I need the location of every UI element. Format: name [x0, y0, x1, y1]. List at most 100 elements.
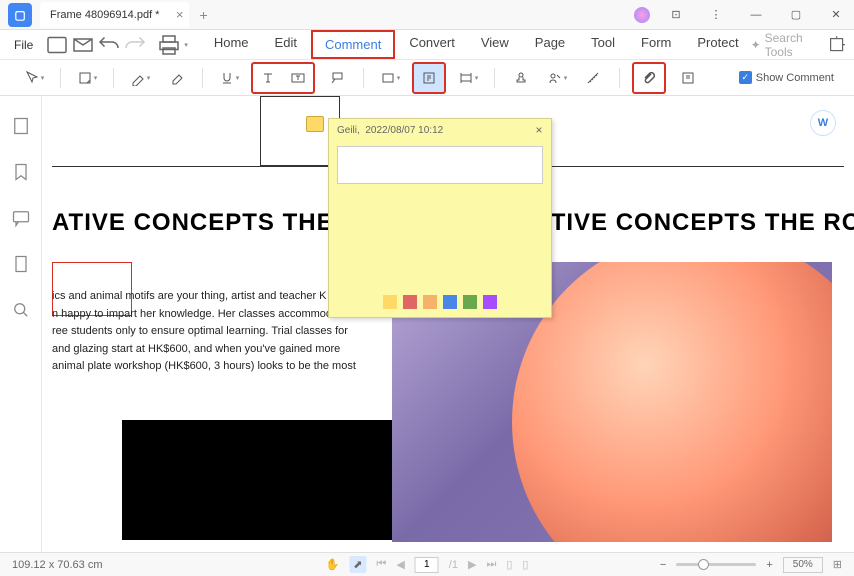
show-comment-label: Show Comment [756, 72, 834, 84]
tab-home[interactable]: Home [202, 30, 261, 59]
menubar: File ▾ Home Edit Comment Convert View Pa… [0, 30, 854, 60]
color-blue[interactable] [443, 295, 457, 309]
page-dimensions: 109.12 x 70.63 cm [12, 559, 103, 571]
eraser-tool[interactable] [162, 65, 190, 91]
ai-assistant-icon[interactable] [634, 7, 650, 23]
callout-tool[interactable] [323, 65, 351, 91]
comment-list-tool[interactable] [674, 65, 702, 91]
document-tab[interactable]: Frame 48096914.pdf * × [40, 2, 189, 28]
undo-icon[interactable] [97, 33, 121, 57]
sticky-note-popup: × Geili, 2022/08/07 10:12 [328, 118, 552, 318]
new-tab-button[interactable]: + [199, 7, 207, 23]
attachment-tool-group [632, 62, 666, 94]
show-comment-toggle[interactable]: ✓ Show Comment [739, 71, 834, 84]
page-number-input[interactable] [415, 557, 439, 573]
search-tools[interactable]: ✦ Search Tools [751, 31, 818, 59]
select-tool[interactable]: ▾ [20, 65, 48, 91]
document-canvas[interactable]: ▸ ATIVE CONCEPTS THE ROUTE TO CREATIVE C… [42, 96, 854, 552]
measure-tool[interactable] [579, 65, 607, 91]
page-total: /1 [449, 559, 458, 571]
color-red[interactable] [403, 295, 417, 309]
redo-icon[interactable] [123, 33, 147, 57]
note-author: Geili, [337, 125, 360, 136]
maximize-button[interactable]: ▢ [782, 1, 810, 29]
comment-toolbar: ▾ ▾ ▾ ▾ ▾ ▾ ▾ ✓ Show Comment [0, 60, 854, 96]
note-color-palette [329, 295, 551, 309]
app-icon: ▢ [8, 3, 32, 27]
last-page-button[interactable]: ⏭ [486, 558, 496, 571]
highlight-tool[interactable]: ▾ [126, 65, 154, 91]
prev-page-button[interactable]: ◀ [396, 558, 404, 571]
textbox-tool[interactable] [284, 65, 312, 91]
zoom-slider[interactable] [676, 563, 756, 566]
bookmarks-icon[interactable] [11, 162, 31, 182]
file-menu[interactable]: File [4, 34, 43, 56]
fit-page-icon[interactable]: ⊞ [833, 558, 842, 571]
zoom-slider-thumb[interactable] [698, 559, 709, 570]
signature-tool[interactable]: ▾ [543, 65, 571, 91]
next-page-button[interactable]: ▶ [468, 558, 476, 571]
sticky-note-tool-active [412, 62, 446, 94]
continuous-page-icon[interactable]: ▯ [522, 558, 528, 571]
doc-black-rect [122, 420, 392, 540]
attachment-tool[interactable] [635, 65, 663, 91]
mail-icon[interactable] [71, 33, 95, 57]
note-timestamp: 2022/08/07 10:12 [365, 125, 443, 136]
tab-view[interactable]: View [469, 30, 521, 59]
search-placeholder: Search Tools [765, 31, 817, 59]
statusbar: 109.12 x 70.63 cm ✋ ⬈ ⏮ ◀ /1 ▶ ⏭ ▯ ▯ − +… [0, 552, 854, 576]
sticky-note-marker[interactable] [306, 116, 324, 132]
word-export-badge[interactable]: W [810, 110, 836, 136]
tab-protect[interactable]: Protect [685, 30, 750, 59]
tab-convert[interactable]: Convert [397, 30, 467, 59]
left-sidebar [0, 96, 42, 552]
select-tool-icon[interactable]: ⬈ [349, 556, 366, 573]
zoom-level[interactable]: 50% [783, 557, 823, 573]
page-view: ATIVE CONCEPTS THE ROUTE TO CREATIVE CON… [42, 96, 854, 552]
tab-title: Frame 48096914.pdf * [50, 9, 159, 21]
close-window-button[interactable]: ✕ [822, 1, 850, 29]
tab-close-icon[interactable]: × [176, 7, 184, 22]
typewriter-tool[interactable] [254, 65, 282, 91]
kebab-menu-icon[interactable]: ⋮ [702, 1, 730, 29]
share-icon[interactable] [827, 33, 846, 57]
sphere-graphic [512, 262, 832, 542]
first-page-button[interactable]: ⏮ [376, 558, 386, 571]
notification-icon[interactable]: ⊡ [662, 1, 690, 29]
tab-tool[interactable]: Tool [579, 30, 627, 59]
text-tools-group [251, 62, 315, 94]
tab-comment[interactable]: Comment [311, 30, 395, 59]
doc-body-text: ics and animal motifs are your thing, ar… [52, 288, 368, 376]
note-text-input[interactable] [337, 146, 543, 184]
search-panel-icon[interactable] [11, 300, 31, 320]
print-dropdown[interactable]: ▾ [184, 41, 188, 49]
comments-panel-icon[interactable] [11, 208, 31, 228]
attachments-panel-icon[interactable] [11, 254, 31, 274]
stamp-tool[interactable] [507, 65, 535, 91]
color-orange[interactable] [423, 295, 437, 309]
sticky-note-tool[interactable] [415, 65, 443, 91]
tab-form[interactable]: Form [629, 30, 683, 59]
note-close-button[interactable]: × [531, 123, 547, 139]
minimize-button[interactable]: — [742, 1, 770, 29]
color-green[interactable] [463, 295, 477, 309]
rectangle-tool[interactable]: ▾ [376, 65, 404, 91]
ribbon-tabs: Home Edit Comment Convert View Page Tool… [202, 30, 751, 59]
main-area: ▸ ATIVE CONCEPTS THE ROUTE TO CREATIVE C… [0, 96, 854, 552]
thumbnails-icon[interactable] [11, 116, 31, 136]
zoom-out-button[interactable]: − [660, 559, 666, 571]
tab-edit[interactable]: Edit [263, 30, 309, 59]
titlebar: ▢ Frame 48096914.pdf * × + ⊡ ⋮ — ▢ ✕ [0, 0, 854, 30]
color-purple[interactable] [483, 295, 497, 309]
open-icon[interactable] [45, 33, 69, 57]
print-icon[interactable] [157, 33, 181, 57]
area-highlight-tool[interactable]: ▾ [454, 65, 482, 91]
color-yellow[interactable] [383, 295, 397, 309]
note-tool[interactable]: ▾ [73, 65, 101, 91]
checkbox-checked-icon: ✓ [739, 71, 752, 84]
tab-page[interactable]: Page [523, 30, 577, 59]
single-page-icon[interactable]: ▯ [506, 558, 512, 571]
hand-tool-icon[interactable]: ✋ [326, 558, 340, 571]
underline-tool[interactable]: ▾ [215, 65, 243, 91]
zoom-in-button[interactable]: + [766, 559, 772, 571]
